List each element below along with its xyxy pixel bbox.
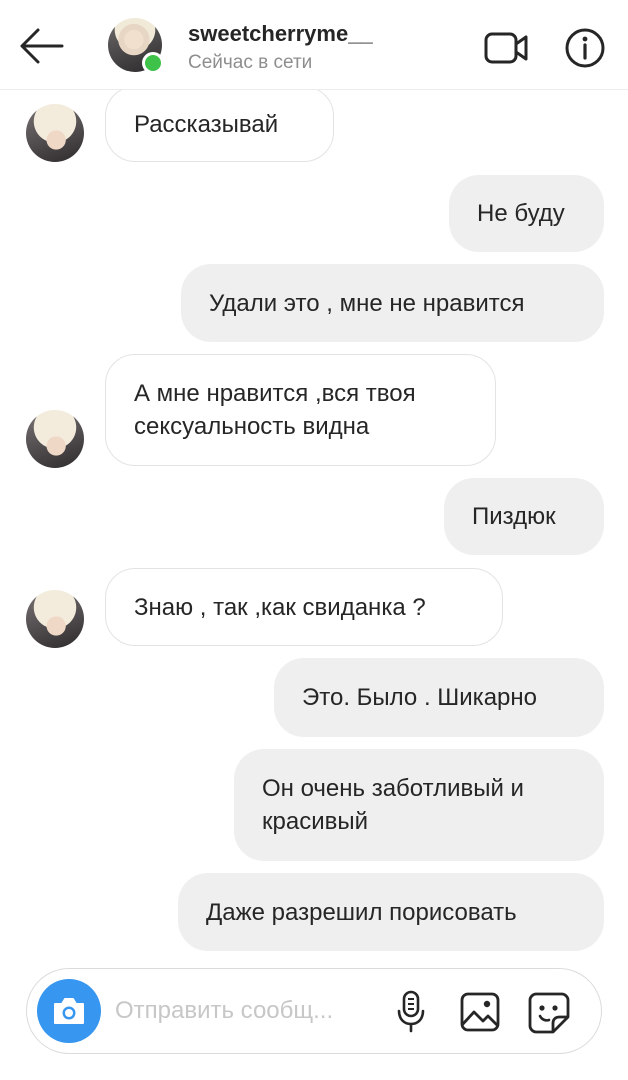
message-incoming[interactable]: Знаю , так ,как свиданка ? (105, 568, 503, 646)
sender-avatar (26, 590, 84, 648)
back-button[interactable] (16, 24, 66, 68)
message-text: Пиздюк (472, 503, 556, 530)
sender-avatar (26, 104, 84, 162)
message-composer (26, 968, 602, 1054)
gallery-button[interactable] (459, 991, 501, 1033)
contact-username[interactable]: sweetcherryme__ (188, 21, 373, 47)
message-line: сексуальность видна (134, 413, 370, 440)
video-call-icon (484, 32, 528, 64)
message-outgoing[interactable]: Удали это , мне не нравится (181, 264, 604, 342)
back-arrow-icon (20, 28, 64, 64)
info-button[interactable] (563, 26, 607, 70)
sticker-icon (528, 992, 570, 1034)
message-text: Он очень заботливый и красивый (262, 772, 524, 838)
message-incoming[interactable]: А мне нравится ,вся твоя сексуальность в… (105, 354, 496, 466)
message-incoming[interactable]: Рассказывай (105, 86, 334, 162)
message-text: Знаю , так ,как свиданка ? (134, 593, 426, 621)
message-input[interactable] (115, 991, 375, 1031)
message-outgoing[interactable]: Он очень заботливый и красивый (234, 749, 604, 861)
message-text: Рассказывай (134, 110, 279, 138)
camera-icon (54, 998, 84, 1024)
message-line: А мне нравится ,вся твоя (134, 380, 416, 407)
chat-header: sweetcherryme__ Сейчас в сети (0, 0, 628, 90)
online-indicator (142, 52, 164, 74)
message-outgoing[interactable]: Это. Было . Шикарно (274, 658, 604, 737)
sticker-button[interactable] (527, 991, 571, 1035)
message-text: Это. Было . Шикарно (302, 684, 538, 711)
message-line: красивый (262, 808, 369, 835)
online-status: Сейчас в сети (188, 52, 313, 73)
voice-message-button[interactable] (395, 989, 427, 1035)
message-text: Удали это , мне не нравится (209, 289, 525, 317)
info-icon (565, 28, 605, 68)
message-outgoing[interactable]: Даже разрешил порисовать (178, 873, 604, 951)
message-outgoing[interactable]: Пиздюк (444, 478, 604, 555)
video-call-button[interactable] (480, 26, 532, 70)
microphone-icon (397, 990, 425, 1033)
sender-avatar (26, 410, 84, 468)
message-text: А мне нравится ,вся твоя сексуальность в… (134, 377, 416, 443)
message-text: Не буду (477, 200, 565, 227)
message-outgoing[interactable]: Не буду (449, 175, 604, 252)
camera-button[interactable] (37, 979, 101, 1043)
message-text: Даже разрешил порисовать (206, 898, 517, 926)
message-line: Он очень заботливый и (262, 775, 524, 802)
gallery-icon (460, 992, 500, 1032)
